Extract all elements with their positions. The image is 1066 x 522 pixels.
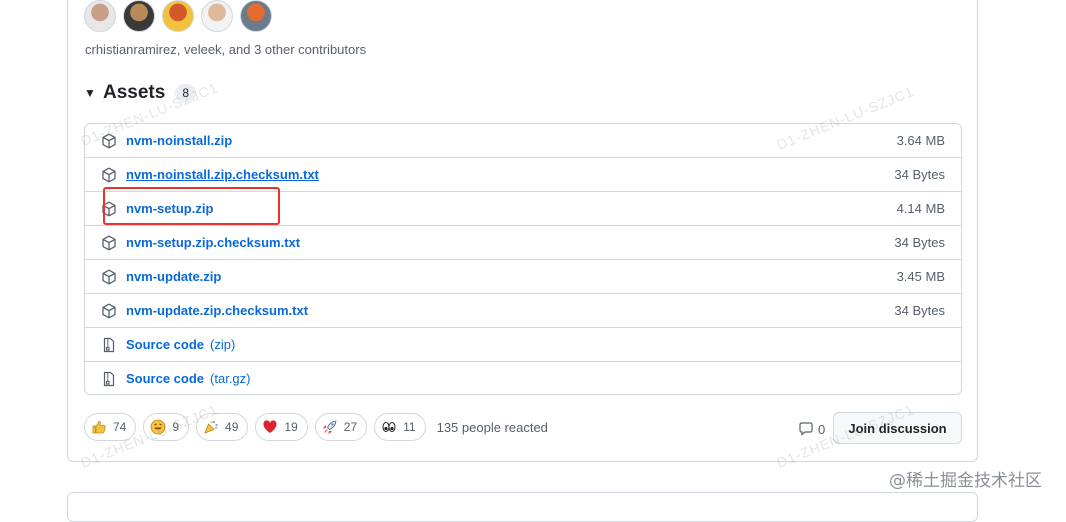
package-icon bbox=[101, 235, 117, 251]
asset-name: nvm-setup.zip bbox=[126, 201, 214, 216]
asset-size: 3.64 MB bbox=[896, 133, 945, 148]
comment-icon bbox=[799, 422, 813, 436]
reaction-rocket[interactable]: 27 bbox=[314, 413, 368, 441]
file-zip-icon bbox=[101, 371, 117, 387]
reaction-eyes[interactable]: 11 bbox=[374, 413, 426, 441]
asset-row: nvm-setup.zip.checksum.txt 34 Bytes bbox=[85, 225, 961, 259]
avatar[interactable] bbox=[162, 0, 194, 32]
assets-title: Assets bbox=[103, 82, 166, 103]
asset-format: (tar.gz) bbox=[210, 371, 251, 386]
reaction-count: 74 bbox=[113, 420, 127, 434]
asset-name: nvm-setup.zip.checksum.txt bbox=[126, 235, 301, 250]
asset-name: Source code bbox=[126, 371, 205, 386]
package-icon bbox=[101, 167, 117, 183]
asset-link[interactable]: nvm-noinstall.zip.checksum.txt bbox=[126, 167, 319, 182]
next-release-card bbox=[67, 492, 978, 522]
avatar[interactable] bbox=[84, 0, 116, 32]
asset-size: 3.45 MB bbox=[896, 269, 945, 284]
thumbs-up-icon bbox=[91, 419, 107, 435]
triangle-down-icon[interactable]: ▼ bbox=[84, 86, 103, 100]
reaction-count: 27 bbox=[343, 420, 358, 434]
reaction-heart[interactable]: 19 bbox=[255, 413, 308, 441]
asset-row: Source code (tar.gz) bbox=[85, 361, 961, 395]
asset-size: 34 Bytes bbox=[894, 235, 945, 250]
asset-name: nvm-update.zip.checksum.txt bbox=[126, 303, 309, 318]
asset-row: nvm-noinstall.zip.checksum.txt 34 Bytes bbox=[85, 157, 961, 191]
file-zip-icon bbox=[101, 337, 117, 353]
asset-name: nvm-noinstall.zip.checksum.txt bbox=[126, 167, 319, 182]
asset-row: nvm-setup.zip 4.14 MB bbox=[85, 191, 961, 225]
asset-size: 34 Bytes bbox=[894, 303, 945, 318]
asset-size: 4.14 MB bbox=[896, 201, 945, 216]
heart-icon bbox=[262, 419, 278, 435]
avatar[interactable] bbox=[123, 0, 155, 32]
asset-row: Source code (zip) bbox=[85, 327, 961, 361]
asset-link[interactable]: nvm-setup.zip.checksum.txt bbox=[126, 235, 300, 250]
site-watermark: @稀土掘金技术社区 bbox=[889, 466, 1042, 491]
asset-link[interactable]: nvm-update.zip bbox=[126, 269, 221, 284]
asset-row: nvm-update.zip.checksum.txt 34 Bytes bbox=[85, 293, 961, 327]
assets-list: nvm-noinstall.zip 3.64 MB nvm-noinstall.zi… bbox=[84, 123, 962, 395]
avatar[interactable] bbox=[201, 0, 233, 32]
package-icon bbox=[101, 269, 117, 285]
package-icon bbox=[101, 201, 117, 217]
asset-link[interactable]: Source code (zip) bbox=[126, 337, 235, 352]
rocket-icon bbox=[322, 419, 338, 435]
contributors-text: crhistianramirez, veleek, and 3 other co… bbox=[85, 42, 367, 57]
reaction-count: 11 bbox=[403, 420, 416, 434]
package-icon bbox=[101, 303, 117, 319]
asset-size: 34 Bytes bbox=[894, 167, 945, 182]
reaction-count: 19 bbox=[284, 420, 298, 434]
asset-name: nvm-update.zip bbox=[126, 269, 222, 284]
asset-link[interactable]: nvm-update.zip.checksum.txt bbox=[126, 303, 308, 318]
contributor-avatars bbox=[84, 0, 272, 32]
asset-link[interactable]: nvm-noinstall.zip bbox=[126, 133, 232, 148]
reaction-count: 49 bbox=[225, 420, 239, 434]
asset-format: (zip) bbox=[210, 337, 236, 352]
comment-count-value: 0 bbox=[818, 421, 826, 437]
eyes-icon bbox=[381, 419, 397, 435]
site-watermark-text: @稀土掘金技术社区 bbox=[889, 471, 1042, 491]
asset-row: nvm-update.zip 3.45 MB bbox=[85, 259, 961, 293]
avatar[interactable] bbox=[240, 0, 272, 32]
comments-count[interactable]: 0 bbox=[798, 421, 825, 437]
reactions-summary: 135 people reacted bbox=[436, 419, 548, 435]
asset-name: nvm-noinstall.zip bbox=[126, 133, 233, 148]
asset-link[interactable]: nvm-setup.zip bbox=[126, 201, 213, 216]
asset-name: Source code bbox=[126, 337, 205, 352]
asset-link[interactable]: Source code (tar.gz) bbox=[126, 371, 251, 386]
